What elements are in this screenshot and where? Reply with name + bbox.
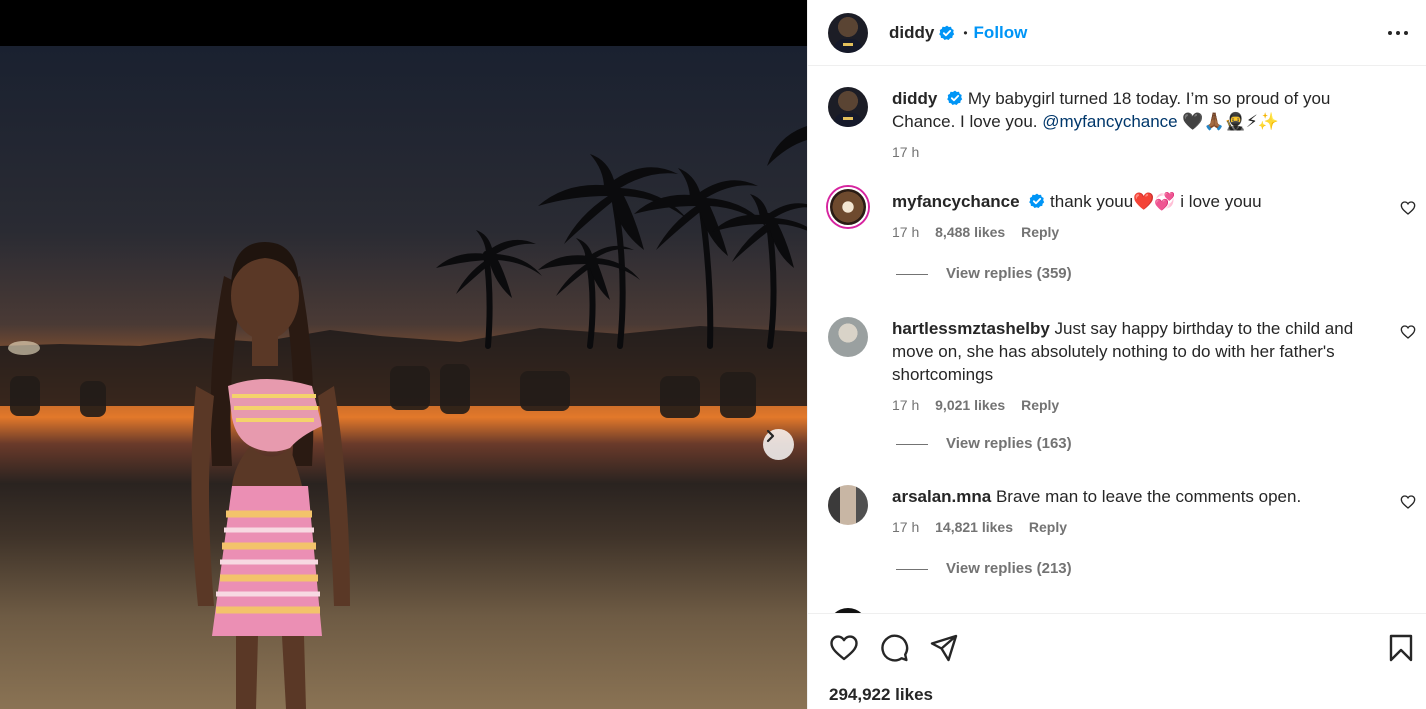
commenter-avatar[interactable] <box>828 485 868 525</box>
caption-emojis: 🖤🙏🏾🥷⚡✨ <box>1182 112 1279 131</box>
comment-likes[interactable]: 14,821 likes <box>935 519 1013 535</box>
post-header: diddy • Follow <box>808 0 1426 66</box>
bookmark-icon[interactable] <box>1386 633 1416 663</box>
post-photo <box>0 46 807 709</box>
more-options-icon[interactable] <box>1386 23 1410 43</box>
view-replies-button[interactable]: View replies (213) <box>896 560 1072 577</box>
comment-likes[interactable]: 9,021 likes <box>935 397 1005 413</box>
comment-text: thank youu <box>1050 192 1134 211</box>
comment-emojis: ❤️💞 <box>1133 192 1176 211</box>
view-replies-button[interactable]: View replies (163) <box>896 435 1072 452</box>
post-media <box>0 0 807 709</box>
comment-likes[interactable]: 8,488 likes <box>935 224 1005 240</box>
author-avatar[interactable] <box>828 12 868 53</box>
total-likes[interactable]: 294,922 likes <box>829 685 933 705</box>
verified-badge-icon <box>939 25 955 40</box>
heart-icon[interactable] <box>829 633 859 663</box>
reply-button[interactable]: Reply <box>1021 224 1059 240</box>
verified-badge-icon <box>947 90 963 105</box>
comment-icon[interactable] <box>879 633 909 663</box>
comments-list[interactable]: diddy My babygirl turned 18 today. I’m s… <box>808 67 1426 613</box>
comment-heart-icon[interactable] <box>1400 494 1416 510</box>
caption-mention[interactable]: @myfancychance <box>1042 112 1177 131</box>
comment-text-after: i love youu <box>1175 192 1262 211</box>
view-replies-button[interactable]: View replies (359) <box>896 265 1072 282</box>
follow-button[interactable]: Follow <box>974 23 1028 43</box>
caption-username[interactable]: diddy <box>892 89 937 108</box>
reply-button[interactable]: Reply <box>1021 397 1059 413</box>
comment-heart-icon[interactable] <box>1400 200 1416 216</box>
commenter-avatar[interactable] <box>828 187 868 227</box>
photo-illustration <box>0 126 807 709</box>
post-actions: 294,922 likes <box>808 613 1426 709</box>
comment-text: Brave man to leave the comments open. <box>995 487 1302 506</box>
commenter-username[interactable]: hartlessmztashelby <box>892 319 1050 338</box>
caption-author-avatar[interactable] <box>828 87 868 127</box>
reply-button[interactable]: Reply <box>1029 519 1067 535</box>
commenter-username[interactable]: myfancychance <box>892 192 1020 211</box>
caption-time[interactable]: 17 h <box>892 144 919 160</box>
next-photo-button[interactable] <box>763 429 794 460</box>
share-icon[interactable] <box>929 633 959 663</box>
commenter-avatar[interactable] <box>828 317 868 357</box>
comment-time[interactable]: 17 h <box>892 224 919 240</box>
commenter-username[interactable]: arsalan.mna <box>892 487 991 506</box>
header-dot: • <box>963 25 968 40</box>
chevron-right-icon <box>766 429 775 443</box>
post-sidebar: diddy • Follow diddy My babygirl turned … <box>807 0 1426 709</box>
comment-heart-icon[interactable] <box>1400 324 1416 340</box>
author-username[interactable]: diddy <box>889 23 934 43</box>
verified-badge-icon <box>1029 193 1045 208</box>
comment-time[interactable]: 17 h <box>892 519 919 535</box>
comment-time[interactable]: 17 h <box>892 397 919 413</box>
